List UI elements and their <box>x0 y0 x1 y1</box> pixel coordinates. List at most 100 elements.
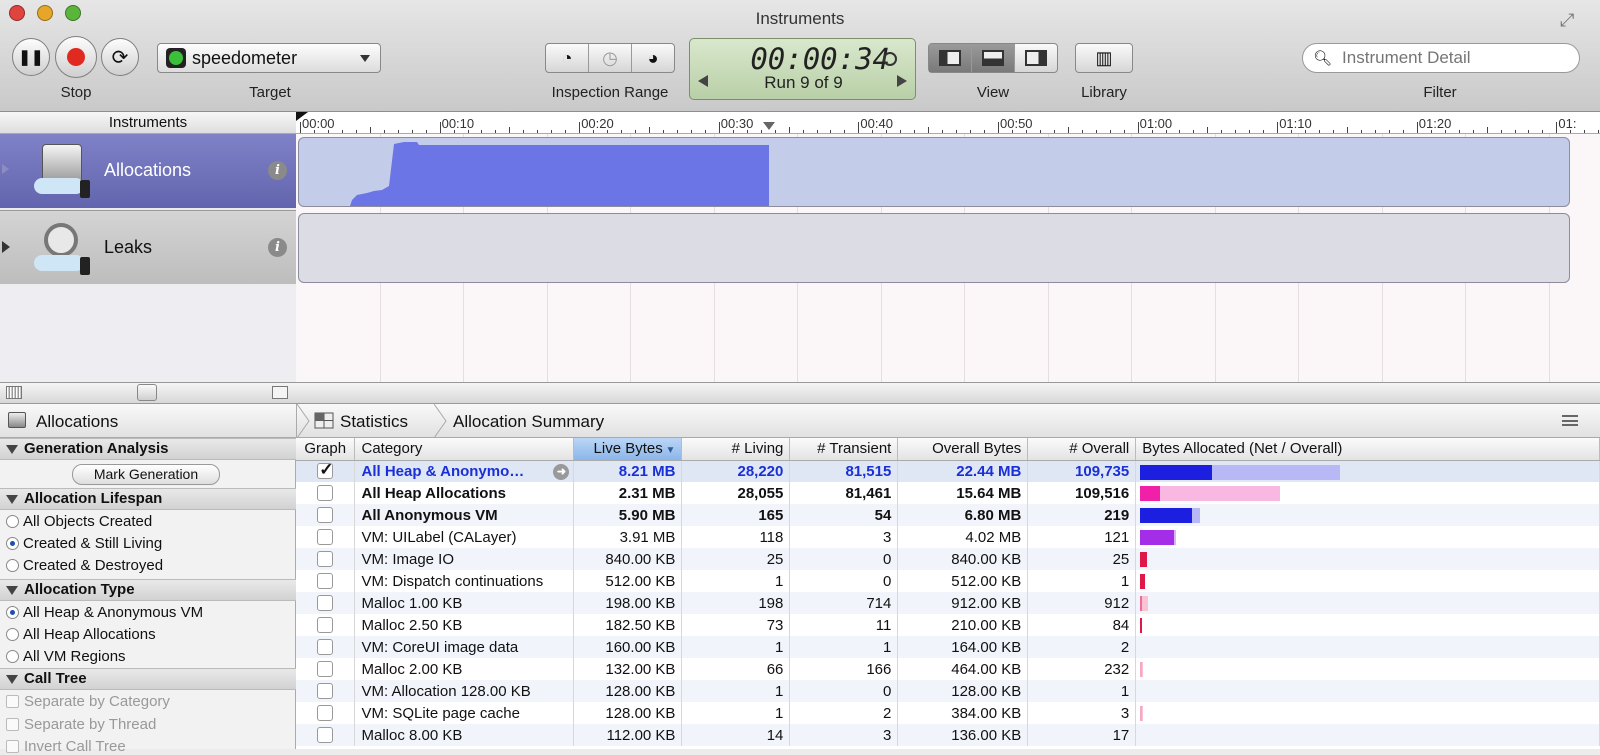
checkbox-invert-call-tree[interactable]: Invert Call Tree <box>6 738 126 755</box>
graph-cell <box>296 570 356 592</box>
table-row[interactable]: VM: Allocation 128.00 KB 128.00 KB 1 0 128.0… <box>296 680 1600 702</box>
living-cell: 118 <box>681 526 791 548</box>
radio-all-objects-created[interactable]: All Objects Created <box>6 513 152 530</box>
live-bytes-cell: 8.21 MB <box>573 460 683 482</box>
view-bottom-pane-button[interactable] <box>972 44 1015 72</box>
allocations-track[interactable] <box>298 137 1570 207</box>
graph-checkbox[interactable] <box>317 661 334 677</box>
library-button[interactable]: ▥ <box>1075 43 1133 73</box>
view-right-pane-button[interactable] <box>1015 44 1057 72</box>
living-cell: 25 <box>681 548 791 570</box>
net-bytes-bar <box>1140 464 1213 480</box>
graph-checkbox[interactable] <box>317 485 334 501</box>
playhead-marker-icon[interactable] <box>763 122 775 130</box>
graph-checkbox[interactable] <box>317 460 333 480</box>
table-row[interactable]: VM: Dispatch continuations 512.00 KB 1 0 512… <box>296 570 1600 592</box>
bytes-allocated-cell <box>1135 702 1600 724</box>
disclosure-triangle-icon[interactable] <box>2 241 10 253</box>
overall-cell: 232 <box>1027 658 1137 680</box>
instrument-row-allocations[interactable]: Allocations i <box>0 134 296 208</box>
jump-bar-detail[interactable]: Allocation Summary <box>453 412 604 432</box>
jump-bar-instrument[interactable]: Allocations <box>36 412 118 432</box>
table-row[interactable]: All Heap & Anonymo… ➜8.21 MB28,22081,5152… <box>296 460 1600 482</box>
leaks-track[interactable] <box>298 213 1570 283</box>
table-row[interactable]: Malloc 2.50 KB 182.50 KB 73 11 210.00 KB 84 <box>296 614 1600 636</box>
instrument-name: Leaks <box>104 237 153 257</box>
table-row[interactable]: VM: CoreUI image data 160.00 KB 1 1 164.00 K… <box>296 636 1600 658</box>
allocations-small-icon <box>8 412 28 430</box>
target-name: speedometer <box>192 47 298 68</box>
table-row[interactable]: Malloc 1.00 KB 198.00 KB 198 714 912.00 KB 91… <box>296 592 1600 614</box>
pane-splitter[interactable] <box>0 382 1600 404</box>
clock-mode-icon[interactable] <box>883 52 897 66</box>
table-row[interactable]: All Anonymous VM 5.90 MB 165 54 6.80 MB 219 <box>296 504 1600 526</box>
overall-bytes-cell: 512.00 KB <box>897 570 1029 592</box>
section-allocation-lifespan[interactable]: Allocation Lifespan <box>0 488 296 510</box>
menu-lines-icon[interactable] <box>1562 415 1578 426</box>
ruler-tick <box>579 122 581 133</box>
section-allocation-type[interactable]: Allocation Type <box>0 579 296 601</box>
view-left-pane-button[interactable] <box>929 44 972 72</box>
jump-bar-view[interactable]: Statistics <box>340 412 408 432</box>
focus-arrow-icon[interactable]: ➜ <box>553 463 570 480</box>
table-row[interactable]: All Heap Allocations 2.31 MB 28,055 81,461 1… <box>296 482 1600 504</box>
graph-checkbox[interactable] <box>317 551 334 567</box>
graph-checkbox[interactable] <box>317 507 334 523</box>
radio-created-still-living[interactable]: Created & Still Living <box>6 535 162 552</box>
table-row[interactable]: VM: SQLite page cache 128.00 KB 1 2 384.00 K… <box>296 702 1600 724</box>
loop-button[interactable]: ⟳ <box>101 38 139 76</box>
next-run-button[interactable] <box>897 75 907 87</box>
search-input[interactable] <box>1340 47 1561 69</box>
info-icon[interactable]: i <box>268 161 287 180</box>
section-generation-analysis[interactable]: Generation Analysis <box>0 438 296 460</box>
table-row[interactable]: VM: Image IO 840.00 KB 25 0 840.00 KB 25 <box>296 548 1600 570</box>
col-bytes-allocated[interactable]: Bytes Allocated (Net / Overall) <box>1135 438 1600 461</box>
graph-checkbox[interactable] <box>317 573 334 589</box>
target-selector[interactable]: speedometer <box>157 43 381 73</box>
range-clear-button[interactable]: ◷ <box>589 44 632 72</box>
info-icon[interactable]: i <box>268 238 287 257</box>
radio-all-heap-allocations[interactable]: All Heap Allocations <box>6 626 156 643</box>
track-scale-icon[interactable] <box>6 386 22 399</box>
bytes-allocated-cell <box>1135 658 1600 680</box>
instrument-row-leaks[interactable]: Leaks i <box>0 210 296 284</box>
graph-checkbox[interactable] <box>317 595 334 611</box>
fullscreen-icon[interactable]: ⤢ <box>1560 10 1574 31</box>
graph-checkbox[interactable] <box>317 705 334 721</box>
graph-checkbox[interactable] <box>317 639 334 655</box>
graph-checkbox[interactable] <box>317 727 334 743</box>
checkbox-separate-by-thread[interactable]: Separate by Thread <box>6 716 156 733</box>
col-category[interactable]: Category <box>354 438 575 461</box>
range-end-button[interactable]: ◕ <box>632 44 674 72</box>
range-start-button[interactable]: ◔ <box>546 44 589 72</box>
col-living[interactable]: # Living <box>681 438 791 461</box>
radio-created-destroyed[interactable]: Created & Destroyed <box>6 557 163 574</box>
track-zoom-icon[interactable] <box>272 386 288 399</box>
category-cell: Malloc 1.00 KB <box>354 592 575 614</box>
section-call-tree[interactable]: Call Tree <box>0 668 296 690</box>
col-transient[interactable]: # Transient <box>789 438 899 461</box>
checkbox-separate-by-category[interactable]: Separate by Category <box>6 693 170 710</box>
record-button[interactable] <box>55 36 97 78</box>
graph-checkbox[interactable] <box>317 683 334 699</box>
table-row[interactable]: Malloc 8.00 KB 112.00 KB 14 3 136.00 KB 17 <box>296 724 1600 746</box>
splitter-handle[interactable] <box>137 384 157 401</box>
mark-generation-button[interactable]: Mark Generation <box>72 464 220 485</box>
graph-checkbox[interactable] <box>317 617 334 633</box>
disclosure-triangle-icon[interactable] <box>2 164 9 174</box>
col-live-bytes[interactable]: Live Bytes ▼ <box>573 438 683 461</box>
jump-bar: Allocations Statistics Allocation Summar… <box>0 403 1600 439</box>
table-row[interactable]: Malloc 2.00 KB 132.00 KB 66 166 464.00 KB 232 <box>296 658 1600 680</box>
col-overall[interactable]: # Overall <box>1027 438 1137 461</box>
instrument-detail-search[interactable]: 🔍︎ <box>1302 43 1580 73</box>
col-graph[interactable]: Graph <box>296 438 356 461</box>
previous-run-button[interactable] <box>698 75 708 87</box>
living-cell: 28,220 <box>681 460 791 482</box>
col-overall-bytes[interactable]: Overall Bytes <box>897 438 1029 461</box>
radio-all-heap-anonymous-vm[interactable]: All Heap & Anonymous VM <box>6 604 203 621</box>
radio-all-vm-regions[interactable]: All VM Regions <box>6 648 126 665</box>
time-ruler[interactable]: 00:00 00:10 00:20 00:30 00:40 00:50 01:00 01:10… <box>296 112 1600 134</box>
graph-checkbox[interactable] <box>317 529 334 545</box>
table-row[interactable]: VM: UILabel (CALayer) 3.91 MB 118 3 4.02 MB 1… <box>296 526 1600 548</box>
pause-button[interactable]: ❚❚ <box>12 38 50 76</box>
